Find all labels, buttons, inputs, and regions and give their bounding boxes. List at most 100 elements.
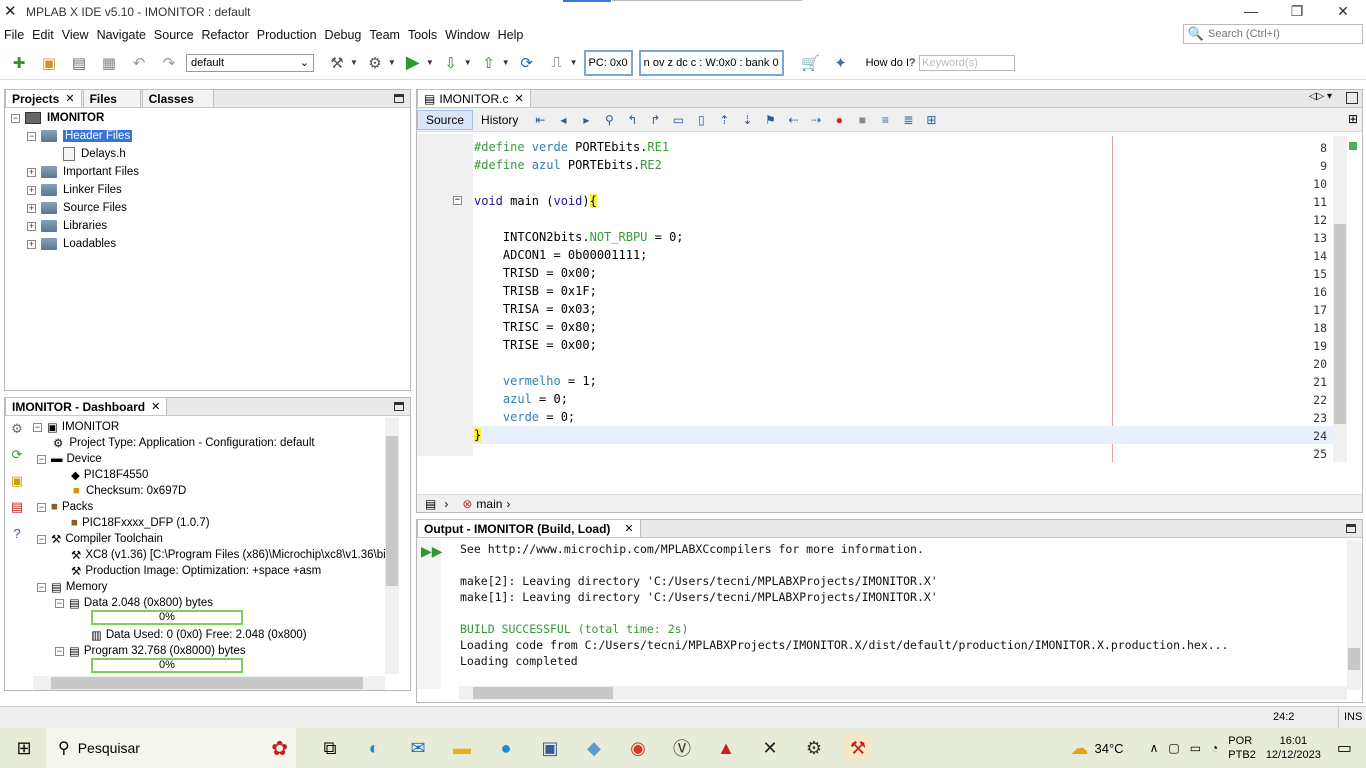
refresh-icon[interactable]: ⟳: [9, 447, 25, 463]
read-device-icon[interactable]: ⇧: [478, 52, 500, 74]
ide-search-box[interactable]: 🔍: [1183, 24, 1363, 44]
menu-view[interactable]: View: [62, 28, 89, 42]
minimize-panel-icon[interactable]: [394, 94, 404, 103]
tab-files[interactable]: Files: [82, 89, 141, 107]
undo-icon[interactable]: ↶: [128, 52, 150, 74]
output-line-success[interactable]: BUILD SUCCESSFUL (total time: 2s): [460, 622, 688, 636]
redo-icon[interactable]: ↷: [158, 52, 180, 74]
collapse-icon[interactable]: −: [27, 131, 36, 141]
run-icon[interactable]: ▶: [402, 52, 424, 74]
mplab-taskbar-icon[interactable]: ✕: [756, 734, 784, 762]
build-hammer-icon[interactable]: ⚒: [326, 52, 348, 74]
tab-dashboard[interactable]: IMONITOR - Dashboard ✕: [5, 397, 168, 415]
scroll-thumb[interactable]: [473, 687, 613, 699]
code-line[interactable]: TRISB = 0x1F;: [474, 284, 597, 298]
chip-icon[interactable]: ▣: [9, 473, 25, 489]
collapse-icon[interactable]: −: [33, 422, 42, 432]
minimize-button[interactable]: —: [1228, 0, 1274, 24]
cart-icon[interactable]: 🛒: [800, 52, 822, 74]
ide-search-input[interactable]: [1208, 28, 1358, 40]
code-line[interactable]: TRISE = 0x00;: [474, 338, 597, 352]
output-line[interactable]: See http://www.microchip.com/MPLABXCcomp…: [460, 542, 924, 556]
output-line[interactable]: make[1]: Leaving directory 'C:/Users/tec…: [460, 590, 938, 604]
rerun-icon[interactable]: ▶▶: [421, 543, 443, 560]
output-line[interactable]: Loading completed: [460, 654, 578, 668]
mail-icon[interactable]: ✉: [404, 734, 432, 762]
output-line[interactable]: Loading code from C:/Users/tecni/MPLABXP…: [460, 638, 1229, 652]
task-view-icon[interactable]: ⧉: [316, 734, 344, 762]
acrobat-icon[interactable]: ▲: [712, 734, 740, 762]
menu-debug[interactable]: Debug: [325, 28, 362, 42]
code-line[interactable]: vermelho = 1;: [474, 374, 597, 388]
split-editor-icon[interactable]: ⊞: [1348, 112, 1358, 126]
settings-icon[interactable]: ⚙: [800, 734, 828, 762]
tree-node-project[interactable]: − IMONITOR: [11, 109, 104, 127]
chevron-down-icon[interactable]: ▼: [502, 58, 510, 67]
plugins-icon[interactable]: ✦: [830, 52, 852, 74]
chevron-down-icon[interactable]: ▼: [464, 58, 472, 67]
chevron-down-icon[interactable]: ▼: [350, 58, 358, 67]
chevron-down-icon[interactable]: ▼: [570, 58, 578, 67]
chevron-down-icon[interactable]: ▼: [388, 58, 396, 67]
tab-projects[interactable]: Projects ✕: [5, 89, 82, 107]
scroll-thumb[interactable]: [386, 436, 398, 586]
menu-production[interactable]: Production: [257, 28, 317, 42]
expand-icon[interactable]: +: [27, 203, 36, 213]
scroll-thumb[interactable]: [1348, 648, 1360, 670]
program-device-icon[interactable]: ⇩: [440, 52, 462, 74]
scroll-thumb[interactable]: [1334, 224, 1346, 424]
menu-help[interactable]: Help: [498, 28, 524, 42]
pdf-icon[interactable]: ▤: [9, 499, 25, 515]
configuration-select[interactable]: default ⌄: [186, 53, 314, 72]
code-line[interactable]: #define azul PORTEbits.RE2: [474, 158, 662, 172]
language-indicator[interactable]: POR PTB2: [1228, 734, 1256, 762]
file-explorer-icon[interactable]: ▬: [448, 734, 476, 762]
chevron-up-icon[interactable]: ∧: [1150, 741, 1159, 755]
how-do-i-input[interactable]: Keyword(s): [919, 54, 1016, 71]
code-line[interactable]: azul = 0;: [474, 392, 568, 406]
open-project-icon[interactable]: ▤: [68, 52, 90, 74]
dashboard-hscroll[interactable]: [33, 676, 385, 690]
code-line[interactable]: verde = 0;: [474, 410, 575, 424]
output-hscroll[interactable]: [459, 686, 1347, 700]
notification-icon[interactable]: ▭: [1337, 738, 1352, 758]
tree-node-important-files[interactable]: + Important Files: [27, 163, 139, 181]
code-line[interactable]: TRISD = 0x00;: [474, 266, 597, 280]
tab-classes[interactable]: Classes: [141, 89, 214, 107]
collapse-icon[interactable]: −: [55, 646, 64, 656]
close-icon[interactable]: ✕: [65, 92, 74, 105]
code-line[interactable]: TRISA = 0x03;: [474, 302, 597, 316]
code-line[interactable]: ADCON1 = 0b00001111;: [474, 248, 648, 262]
code-line[interactable]: }: [474, 428, 482, 442]
new-file-icon[interactable]: ✚: [8, 52, 30, 74]
save-all-icon[interactable]: ▦: [98, 52, 120, 74]
menu-team[interactable]: Team: [369, 28, 400, 42]
close-icon[interactable]: ✕: [624, 522, 633, 535]
tree-node-header-files[interactable]: − Header Files: [27, 127, 133, 145]
collapse-icon[interactable]: −: [55, 598, 64, 608]
chrome-icon[interactable]: ◉: [624, 734, 652, 762]
edge-icon[interactable]: ◐: [360, 734, 388, 762]
output-vscroll[interactable]: [1347, 540, 1361, 690]
restore-button[interactable]: ❐: [1274, 0, 1320, 24]
new-project-icon[interactable]: ▣: [38, 52, 60, 74]
tree-node-libraries[interactable]: + Libraries: [27, 217, 107, 235]
app-window-icon[interactable]: ▣: [536, 734, 564, 762]
code-line[interactable]: TRISC = 0x80;: [474, 320, 597, 334]
code-line[interactable]: INTCON2bits.NOT_RBPU = 0;: [474, 230, 684, 244]
collapse-icon[interactable]: −: [37, 502, 46, 512]
code-area[interactable]: 8 #define verde PORTEbits.RE1 9 #define …: [417, 90, 1347, 462]
clock[interactable]: 16:01 12/12/2023: [1266, 734, 1321, 762]
editor-vscroll[interactable]: [1333, 136, 1347, 462]
collapse-icon[interactable]: −: [11, 113, 20, 123]
menu-edit[interactable]: Edit: [32, 28, 54, 42]
windows-start-icon[interactable]: ⊞: [10, 734, 38, 762]
bluetooth-app-icon[interactable]: ●: [492, 734, 520, 762]
collapse-icon[interactable]: −: [37, 582, 46, 592]
code-line[interactable]: void main (void){: [474, 194, 597, 208]
reset-icon[interactable]: ⟳: [516, 52, 538, 74]
menu-refactor[interactable]: Refactor: [202, 28, 249, 42]
tree-node-linker-files[interactable]: + Linker Files: [27, 181, 122, 199]
close-button[interactable]: ✕: [1320, 0, 1366, 24]
menu-file[interactable]: File: [4, 28, 24, 42]
